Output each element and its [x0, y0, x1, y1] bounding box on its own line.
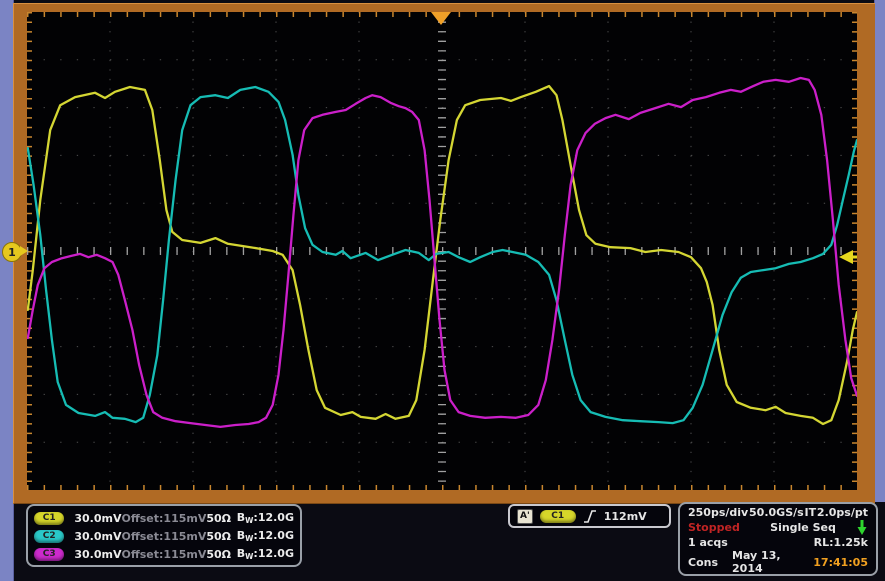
run-mode: Single Seq — [750, 521, 856, 534]
channel-row-c3[interactable]: C3 30.0mV Offset:115mV 50Ω BW:12.0G — [34, 545, 294, 563]
c2-scale: 30.0mV — [74, 530, 121, 543]
c1-termination: 50Ω — [206, 512, 236, 525]
c3-offset: Offset:115mV — [122, 548, 207, 561]
resolution: 2.0ps/pt — [817, 506, 868, 519]
c3-termination: 50Ω — [206, 548, 236, 561]
c1-scale: 30.0mV — [74, 512, 121, 525]
c3-bandwidth: BW:12.0G — [237, 547, 294, 561]
rising-edge-icon — [583, 509, 597, 524]
channel-badge-c1[interactable]: C1 — [34, 512, 64, 525]
trigger-position-marker[interactable] — [431, 12, 451, 25]
c1-bandwidth: BW:12.0G — [237, 511, 294, 525]
horizontal-readout-box[interactable]: 250ps/div 50.0GS/s IT 2.0ps/pt Stopped S… — [678, 502, 878, 576]
trigger-source-badge[interactable]: C1 — [540, 510, 576, 523]
channel-badge-c3[interactable]: C3 — [34, 548, 64, 561]
c2-offset: Offset:115mV — [122, 530, 207, 543]
sampling-mode: IT — [805, 506, 817, 519]
trigger-readout-box[interactable]: A' C1 112mV — [508, 504, 671, 528]
c2-termination: 50Ω — [206, 530, 236, 543]
graticule-area — [27, 12, 857, 490]
right-side-strip — [874, 0, 885, 502]
channel-row-c1[interactable]: C1 30.0mV Offset:115mV 50Ω BW:12.0G — [34, 509, 294, 527]
channel-badge-c2[interactable]: C2 — [34, 530, 64, 543]
date-label: May 13, 2014 — [732, 549, 813, 575]
sample-rate: 50.0GS/s — [749, 506, 804, 519]
channel1-ref-arrow-icon — [20, 246, 28, 256]
acq-status: Stopped — [688, 521, 750, 534]
left-side-strip — [0, 0, 14, 581]
channel-row-c2[interactable]: C2 30.0mV Offset:115mV 50Ω BW:12.0G — [34, 527, 294, 545]
oscilloscope-screen: 1 C1 30.0mV Offset:115mV 50Ω BW:12.0G C2… — [0, 0, 885, 581]
run-indicator-arrow-icon — [856, 519, 868, 536]
timebase: 250ps/div — [688, 506, 748, 519]
graticule-svg — [27, 12, 857, 490]
acq-count: 1 acqs — [688, 536, 728, 549]
record-length: RL:1.25k — [814, 536, 868, 549]
c3-scale: 30.0mV — [74, 548, 121, 561]
time-label: 17:41:05 — [813, 556, 868, 569]
cons-label: Cons — [688, 556, 718, 569]
c1-offset: Offset:115mV — [122, 512, 207, 525]
a-event-icon: A' — [517, 509, 533, 524]
c2-bandwidth: BW:12.0G — [237, 529, 294, 543]
channel1-ref-marker[interactable]: 1 — [2, 242, 22, 262]
trigger-level: 112mV — [604, 510, 647, 523]
channel-readout-box[interactable]: C1 30.0mV Offset:115mV 50Ω BW:12.0G C2 3… — [26, 504, 302, 567]
